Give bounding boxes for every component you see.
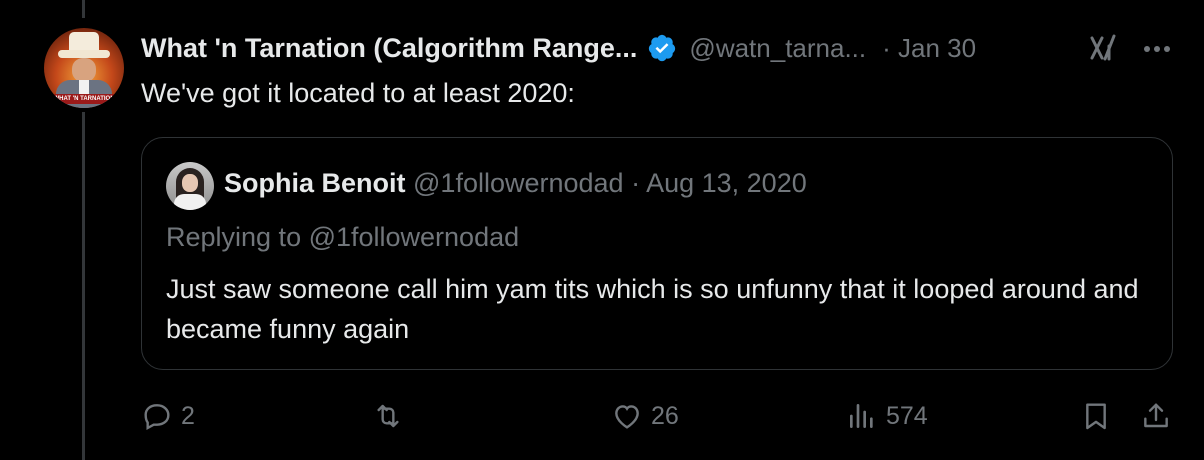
quote-avatar-face xyxy=(182,174,198,192)
tweet-header: What 'n Tarnation (Calgorithm Range... @… xyxy=(141,30,976,66)
bookmark-button[interactable] xyxy=(1080,396,1112,436)
views-button[interactable]: 574 xyxy=(846,396,928,436)
quote-avatar[interactable] xyxy=(166,162,214,210)
bookmark-icon xyxy=(1086,403,1106,430)
quote-handle[interactable]: @1followernodad xyxy=(413,168,624,198)
like-count: 26 xyxy=(651,401,679,430)
quote-date[interactable]: Aug 13, 2020 xyxy=(646,168,807,198)
reply-icon xyxy=(144,404,170,431)
reply-count: 2 xyxy=(181,401,195,430)
heart-icon xyxy=(615,405,639,429)
avatar-banner: WHAT 'N TARNATION xyxy=(52,94,116,104)
reply-button[interactable]: 2 xyxy=(141,396,195,436)
more-icon[interactable] xyxy=(1142,44,1172,54)
quote-header: Sophia Benoit @1followernodad · Aug 13, … xyxy=(224,168,807,199)
quote-display-name[interactable]: Sophia Benoit xyxy=(224,168,406,198)
share-icon xyxy=(1144,403,1168,428)
repost-icon xyxy=(377,404,399,428)
views-icon xyxy=(850,404,873,428)
views-count: 574 xyxy=(886,401,928,430)
tweet-text: We've got it located to at least 2020: xyxy=(141,78,575,108)
tweet-date[interactable]: · Jan 30 xyxy=(882,33,976,64)
grok-icon[interactable] xyxy=(1088,32,1120,64)
action-bar: 2 26 574 xyxy=(0,396,1204,436)
quote-separator: · xyxy=(623,168,647,198)
avatar-face xyxy=(72,58,96,82)
quote-avatar-body xyxy=(174,194,206,210)
verified-badge-icon xyxy=(649,34,676,62)
thread-line-top xyxy=(82,0,85,18)
avatar[interactable]: WHAT 'N TARNATION xyxy=(44,28,124,108)
quote-text: Just saw someone call him yam tits which… xyxy=(166,274,1139,344)
share-button[interactable] xyxy=(1140,396,1172,436)
like-button[interactable]: 26 xyxy=(611,396,679,436)
display-name[interactable]: What 'n Tarnation (Calgorithm Range... xyxy=(141,33,637,64)
quoted-tweet[interactable]: Sophia Benoit @1followernodad · Aug 13, … xyxy=(141,137,1173,370)
avatar-hat-brim xyxy=(58,50,110,58)
repost-button[interactable] xyxy=(372,396,412,436)
user-handle[interactable]: @watn_tarna... xyxy=(689,33,866,64)
replying-to: Replying to @1followernodad xyxy=(166,222,520,252)
